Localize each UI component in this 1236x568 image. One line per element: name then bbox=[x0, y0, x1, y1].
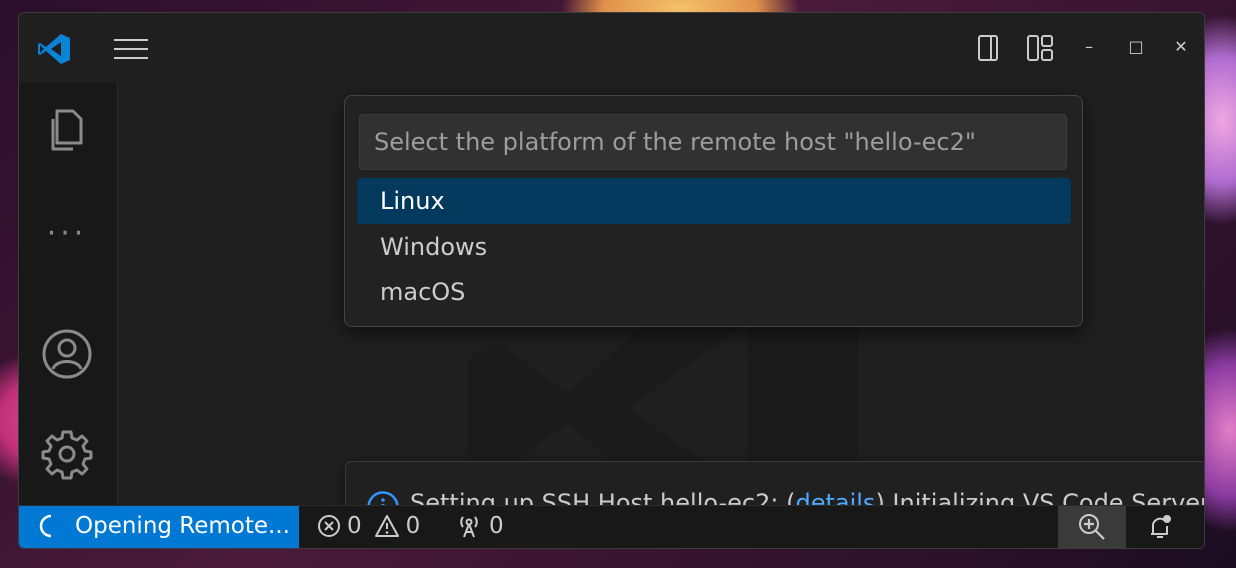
editor-area: Select the platform of the remote host "… bbox=[118, 83, 1204, 548]
remote-indicator[interactable]: Opening Remote... bbox=[19, 506, 299, 548]
quick-pick-dropdown: Select the platform of the remote host "… bbox=[344, 95, 1083, 327]
error-icon bbox=[318, 515, 340, 537]
quick-pick-option-macos[interactable]: macOS bbox=[357, 269, 1071, 315]
warning-icon bbox=[374, 515, 399, 537]
close-icon[interactable]: ✕ bbox=[1171, 37, 1191, 57]
explorer-icon[interactable] bbox=[41, 103, 93, 155]
vscode-logo-icon bbox=[38, 34, 70, 64]
vscode-window: – □ ✕ ··· Select the platform of the rem… bbox=[18, 12, 1205, 549]
toggle-panel-icon[interactable] bbox=[977, 33, 1007, 63]
quick-pick-option-linux[interactable]: Linux bbox=[357, 178, 1071, 224]
zoom-button[interactable] bbox=[1058, 506, 1126, 548]
status-bar: Opening Remote... 0 0 0 bbox=[19, 505, 1204, 548]
loading-spinner-icon bbox=[39, 514, 52, 538]
error-count: 0 bbox=[347, 513, 362, 539]
title-bar: – □ ✕ bbox=[19, 13, 1204, 83]
customize-layout-icon[interactable] bbox=[1025, 33, 1055, 63]
remote-status-label: Opening Remote... bbox=[75, 513, 290, 539]
quick-pick-input[interactable]: Select the platform of the remote host "… bbox=[359, 114, 1067, 170]
bell-dot-icon bbox=[1151, 515, 1171, 538]
settings-gear-icon[interactable] bbox=[41, 428, 93, 480]
warning-count: 0 bbox=[405, 513, 421, 539]
menu-icon[interactable] bbox=[114, 39, 148, 61]
ports-count: 0 bbox=[489, 513, 504, 539]
minimize-icon[interactable]: – bbox=[1079, 37, 1099, 57]
notifications-button[interactable] bbox=[1126, 506, 1194, 548]
more-icon[interactable]: ··· bbox=[41, 208, 93, 260]
zoom-in-icon bbox=[1079, 514, 1105, 540]
broadcast-icon bbox=[460, 516, 478, 538]
ports-indicator[interactable]: 0 bbox=[455, 513, 504, 539]
problems-indicator[interactable]: 0 0 bbox=[317, 513, 420, 539]
account-icon[interactable] bbox=[41, 328, 93, 380]
activity-bar: ··· bbox=[19, 83, 118, 506]
maximize-icon[interactable]: □ bbox=[1126, 37, 1146, 57]
quick-pick-option-windows[interactable]: Windows bbox=[357, 224, 1071, 270]
